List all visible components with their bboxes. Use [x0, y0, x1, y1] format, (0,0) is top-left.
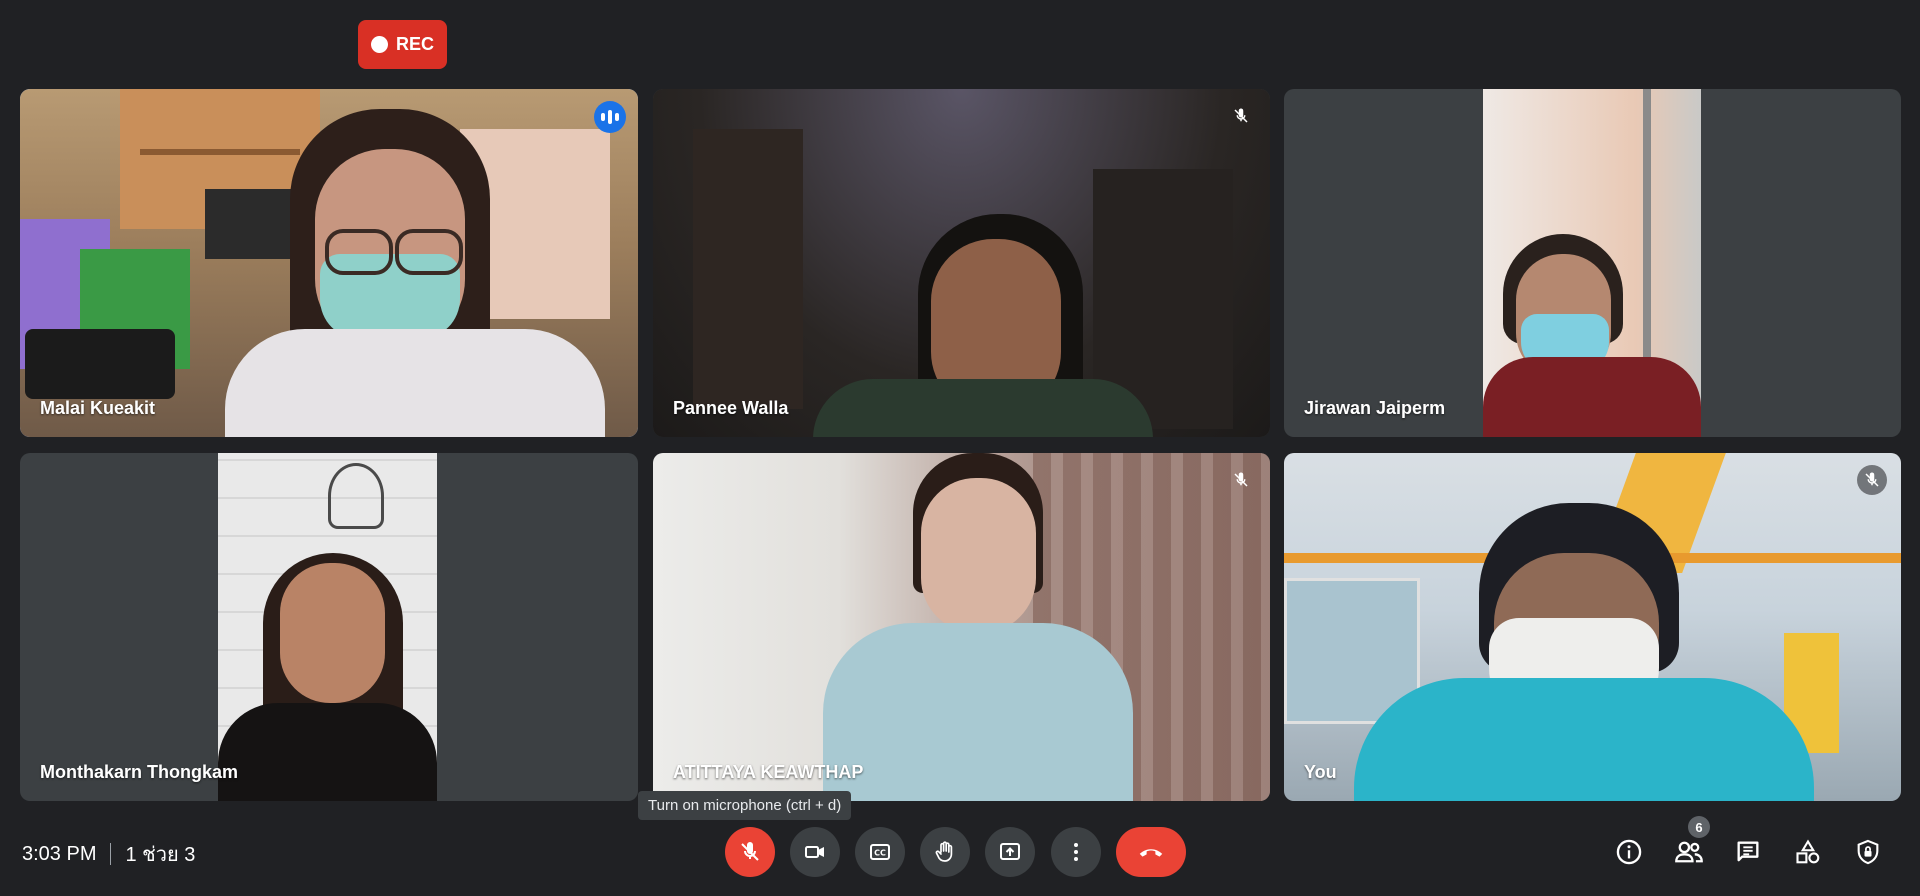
participant-name: Pannee Walla: [673, 398, 789, 418]
present-now-button[interactable]: [985, 827, 1035, 877]
participant-tile-2[interactable]: Pannee Walla: [653, 89, 1270, 437]
participant-name: You: [1304, 762, 1337, 782]
meeting-info: 3:03 PM 1 ช่วย 3: [22, 838, 195, 870]
call-end-icon: [1139, 849, 1163, 857]
mic-tooltip: Turn on microphone (ctrl + d): [638, 791, 852, 820]
recording-badge: REC: [358, 20, 447, 69]
recording-dot-icon: [370, 36, 388, 53]
participant-name: Jirawan Jaiperm: [1304, 398, 1446, 418]
captions-button[interactable]: CC: [855, 827, 905, 877]
raise-hand-icon: [935, 841, 953, 862]
chat-button[interactable]: [1728, 832, 1768, 872]
activities-icon: [1796, 839, 1820, 864]
video-feed: [218, 453, 437, 801]
divider: [110, 843, 112, 865]
leave-call-button[interactable]: [1116, 827, 1186, 877]
video-feed: [1483, 89, 1701, 437]
videocam-icon: [805, 846, 824, 858]
mic-toggle-button[interactable]: [725, 827, 775, 877]
participant-tile-3[interactable]: Jirawan Jaiperm: [1284, 89, 1901, 437]
svg-text:CC: CC: [874, 849, 886, 858]
chat-icon: [1737, 841, 1759, 862]
people-count-badge: 6: [1688, 816, 1710, 838]
speaking-indicator-icon: [594, 101, 626, 133]
recording-label: REC: [395, 34, 434, 54]
video-feed: [20, 89, 638, 437]
camera-toggle-button[interactable]: [790, 827, 840, 877]
info-icon: [1616, 839, 1642, 865]
mic-off-icon: [741, 842, 759, 861]
current-time: 3:03 PM: [22, 842, 97, 865]
host-controls-icon: [1857, 839, 1879, 865]
video-feed: [653, 89, 1270, 437]
people-icon: [1675, 841, 1703, 863]
mic-off-indicator-icon: [1857, 465, 1887, 495]
host-controls-button[interactable]: [1848, 832, 1888, 872]
raise-hand-button[interactable]: [920, 827, 970, 877]
video-feed: [653, 453, 1270, 801]
participant-tile-5[interactable]: ATITTAYA KEAWTHAP: [653, 453, 1270, 801]
participant-tile-1[interactable]: Malai Kueakit: [20, 89, 638, 437]
closed-captions-icon: CC: [870, 844, 890, 860]
meeting-details-button[interactable]: [1609, 832, 1649, 872]
mic-off-indicator-icon: [1226, 101, 1256, 131]
present-screen-icon: [1000, 843, 1020, 860]
participant-name: Monthakarn Thongkam: [40, 762, 239, 782]
participant-tile-4[interactable]: Monthakarn Thongkam: [20, 453, 638, 801]
more-vert-icon: [1074, 843, 1078, 861]
more-options-button[interactable]: [1051, 827, 1101, 877]
people-button[interactable]: [1669, 832, 1709, 872]
participant-name: ATITTAYA KEAWTHAP: [673, 762, 864, 782]
video-feed: [1284, 453, 1901, 801]
participant-name: Malai Kueakit: [40, 398, 156, 418]
activities-button[interactable]: [1788, 832, 1828, 872]
meeting-name: 1 ช่วย 3: [125, 844, 196, 866]
mic-off-indicator-icon: [1226, 465, 1256, 495]
participant-tile-6[interactable]: You: [1284, 453, 1901, 801]
